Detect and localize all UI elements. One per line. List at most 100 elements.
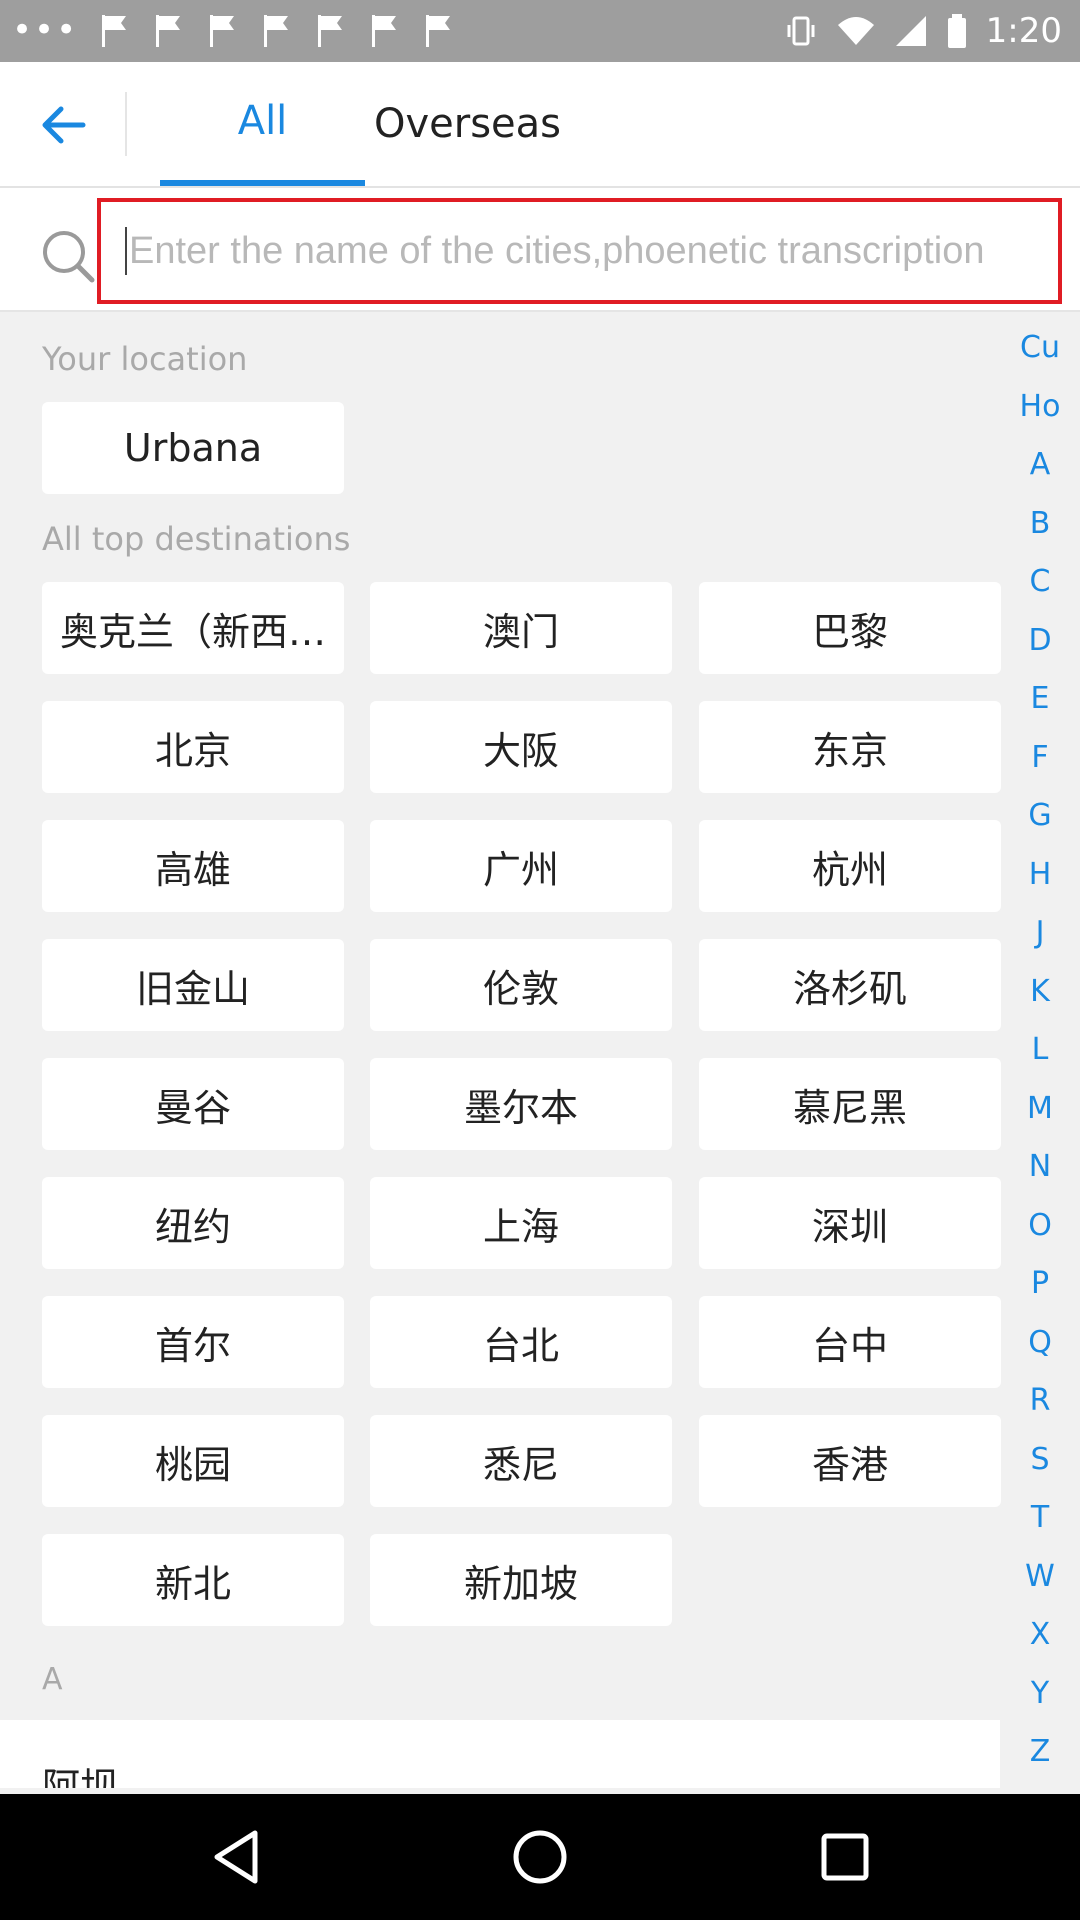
text-cursor (125, 227, 127, 275)
status-bar: ••• 1:20 (0, 0, 1080, 62)
search-input[interactable] (129, 229, 1009, 273)
index-letter[interactable]: T (1000, 1500, 1080, 1535)
tab-all[interactable]: All (160, 62, 365, 186)
search-icon (43, 231, 95, 283)
search-box[interactable] (97, 198, 1062, 304)
index-letter[interactable]: S (1000, 1442, 1080, 1477)
index-letter[interactable]: L (1000, 1032, 1080, 1067)
nav-recents-button[interactable] (812, 1824, 878, 1890)
destination-button[interactable]: 台中 (699, 1296, 1001, 1388)
destination-button[interactable]: 首尔 (42, 1296, 344, 1388)
destination-button[interactable]: 桃园 (42, 1415, 344, 1507)
index-letter[interactable]: G (1000, 798, 1080, 833)
section-header-a: A (42, 1662, 63, 1697)
destination-button[interactable]: 慕尼黑 (699, 1058, 1001, 1150)
flag-icon (372, 15, 397, 47)
destination-button[interactable]: 奥克兰（新西… (42, 582, 344, 674)
flag-icon (156, 15, 181, 47)
destination-label: 桃园 (154, 1442, 231, 1487)
back-button[interactable] (30, 94, 96, 156)
destination-label: 伦敦 (482, 966, 559, 1011)
destination-label: 东京 (811, 728, 888, 773)
wifi-icon (837, 17, 874, 45)
destination-button[interactable]: 澳门 (370, 582, 672, 674)
destination-button[interactable]: 高雄 (42, 820, 344, 912)
index-letter[interactable]: N (1000, 1149, 1080, 1184)
flag-icon (210, 15, 235, 47)
flag-icon (426, 15, 451, 47)
destination-label: 新加坡 (463, 1561, 578, 1606)
destination-label: 香港 (811, 1442, 888, 1487)
more-dots-icon: ••• (12, 10, 79, 50)
arrow-left-icon (42, 106, 86, 144)
vibrate-icon (787, 16, 815, 46)
index-letter[interactable]: C (1000, 564, 1080, 599)
nav-back-button[interactable] (203, 1824, 269, 1890)
destination-button[interactable]: 新北 (42, 1534, 344, 1626)
index-letter[interactable]: H (1000, 857, 1080, 892)
destination-label: 慕尼黑 (792, 1085, 907, 1130)
destination-button[interactable]: 悉尼 (370, 1415, 672, 1507)
destination-button[interactable]: 旧金山 (42, 939, 344, 1031)
index-letter[interactable]: M (1000, 1091, 1080, 1126)
destination-label: 巴黎 (811, 609, 888, 654)
destination-label: 曼谷 (154, 1085, 231, 1130)
list-item[interactable]: 阿坝 (0, 1720, 1000, 1788)
location-city-button[interactable]: Urbana (42, 402, 344, 494)
top-destinations-label: All top destinations (42, 520, 351, 558)
index-letter[interactable]: Cu (1000, 330, 1080, 365)
destination-button[interactable]: 北京 (42, 701, 344, 793)
circle-home-icon (513, 1830, 567, 1884)
destination-button[interactable]: 墨尔本 (370, 1058, 672, 1150)
nav-home-button[interactable] (507, 1824, 573, 1890)
index-letter[interactable]: J (1000, 915, 1080, 950)
index-letter[interactable]: W (1000, 1559, 1080, 1594)
index-letter[interactable]: A (1000, 447, 1080, 482)
navigation-bar (0, 1794, 1080, 1920)
triangle-back-icon (214, 1830, 258, 1884)
signal-icon (895, 16, 926, 46)
your-location-label: Your location (42, 340, 248, 378)
destination-label: 新北 (154, 1561, 231, 1606)
index-letter[interactable]: Ho (1000, 389, 1080, 424)
destination-button[interactable]: 香港 (699, 1415, 1001, 1507)
destination-button[interactable]: 新加坡 (370, 1534, 672, 1626)
index-letter[interactable]: X (1000, 1617, 1080, 1652)
index-letter[interactable]: Y (1000, 1676, 1080, 1711)
destination-label: 台北 (482, 1323, 559, 1368)
destination-label: 深圳 (811, 1204, 888, 1249)
index-letter[interactable]: R (1000, 1383, 1080, 1418)
city-label: Urbana (123, 426, 263, 470)
destination-button[interactable]: 洛杉矶 (699, 939, 1001, 1031)
divider (125, 92, 127, 156)
destination-button[interactable]: 巴黎 (699, 582, 1001, 674)
destination-label: 大阪 (482, 728, 559, 773)
destination-button[interactable]: 台北 (370, 1296, 672, 1388)
index-letter[interactable]: F (1000, 740, 1080, 775)
index-letter[interactable]: Q (1000, 1325, 1080, 1360)
destination-button[interactable]: 杭州 (699, 820, 1001, 912)
destination-button[interactable]: 曼谷 (42, 1058, 344, 1150)
header: All Overseas (0, 62, 1080, 188)
clock: 1:20 (985, 11, 1062, 51)
index-letter[interactable]: D (1000, 623, 1080, 658)
destination-button[interactable]: 伦敦 (370, 939, 672, 1031)
destination-button[interactable]: 广州 (370, 820, 672, 912)
destination-label: 高雄 (154, 847, 231, 892)
destination-label: 北京 (154, 728, 231, 773)
index-letter[interactable]: E (1000, 681, 1080, 716)
index-letter[interactable]: O (1000, 1208, 1080, 1243)
destination-button[interactable]: 纽约 (42, 1177, 344, 1269)
destination-button[interactable]: 上海 (370, 1177, 672, 1269)
destination-label: 奥克兰（新西… (59, 609, 326, 654)
index-letter[interactable]: B (1000, 506, 1080, 541)
battery-icon (947, 14, 966, 48)
destination-button[interactable]: 东京 (699, 701, 1001, 793)
destination-label: 洛杉矶 (792, 966, 907, 1011)
tab-overseas[interactable]: Overseas (365, 62, 570, 186)
index-letter[interactable]: P (1000, 1266, 1080, 1301)
destination-button[interactable]: 大阪 (370, 701, 672, 793)
index-letter[interactable]: K (1000, 974, 1080, 1009)
index-letter[interactable]: Z (1000, 1734, 1080, 1769)
destination-button[interactable]: 深圳 (699, 1177, 1001, 1269)
